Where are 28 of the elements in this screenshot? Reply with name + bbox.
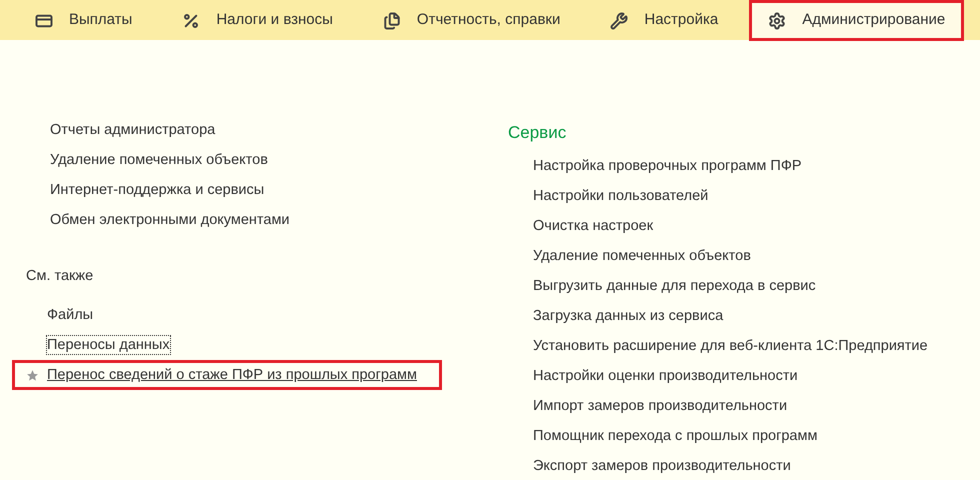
see-also-link[interactable]: Файлы bbox=[47, 306, 94, 324]
service-link[interactable]: Выгрузить данные для перехода в сервис bbox=[533, 276, 816, 306]
admin-link[interactable]: Интернет-поддержка и сервисы bbox=[50, 180, 264, 210]
see-also-link[interactable]: Переносы данных bbox=[47, 336, 170, 354]
admin-link[interactable]: Отчеты администратора bbox=[50, 120, 216, 150]
admin-link[interactable]: Обмен электронными документами bbox=[50, 210, 290, 240]
section-tab[interactable]: Выплаты bbox=[16, 0, 152, 41]
admin-link[interactable]: Удаление помеченных объектов bbox=[50, 150, 268, 180]
section-tab[interactable]: Настройка bbox=[591, 0, 738, 41]
section-tab[interactable]: Администрирование bbox=[749, 0, 964, 41]
service-link[interactable]: Установить расширение для веб-клиента 1С:Предприятие bbox=[533, 336, 928, 366]
wrench-icon bbox=[610, 12, 628, 30]
service-link[interactable]: Загрузка данных из сервиса bbox=[533, 306, 724, 336]
section-tab[interactable]: Налоги и взносы bbox=[163, 0, 352, 41]
service-link[interactable]: Экспорт замеров производительности bbox=[533, 456, 791, 480]
service-link[interactable]: Очистка настроек bbox=[533, 216, 654, 246]
settings-icon bbox=[768, 12, 786, 30]
percent-icon bbox=[182, 12, 200, 30]
service-link[interactable]: Импорт замеров производительности bbox=[533, 396, 788, 426]
service-link[interactable]: Настройки пользователей bbox=[533, 186, 708, 216]
documents-icon bbox=[382, 12, 401, 30]
see-also-heading: См. также bbox=[26, 267, 94, 286]
service-heading: Сервис bbox=[508, 122, 566, 144]
service-link[interactable]: Помощник перехода с прошлых программ bbox=[533, 426, 818, 456]
service-link[interactable]: Настройки оценки производительности bbox=[533, 366, 798, 396]
service-link[interactable]: Удаление помеченных объектов bbox=[533, 246, 751, 276]
section-tab[interactable]: Отчетность, справки bbox=[364, 0, 580, 41]
service-link[interactable]: Настройка проверочных программ ПФР bbox=[533, 156, 802, 186]
